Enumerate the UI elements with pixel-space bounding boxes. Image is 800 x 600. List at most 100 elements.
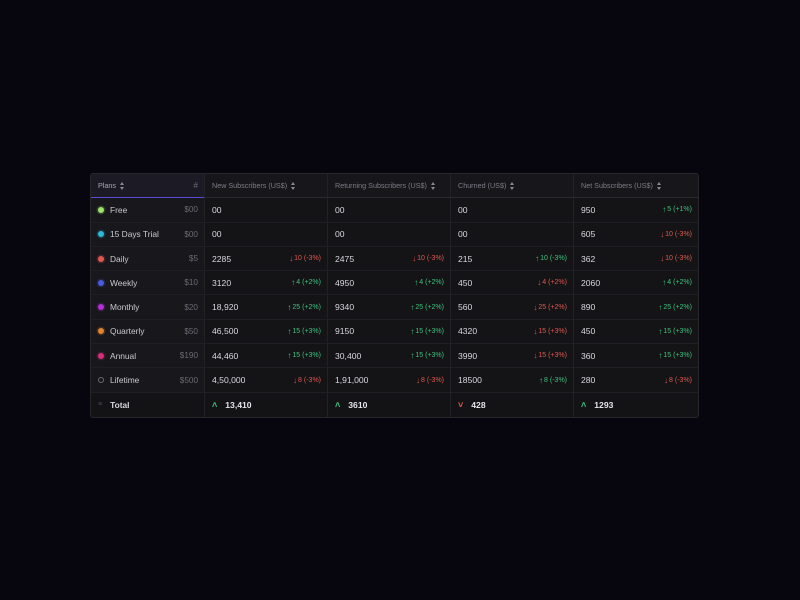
value-cell-churn: 18500 ↑ 8 (-3%) <box>451 368 574 393</box>
cell-value: 00 <box>458 204 468 215</box>
change-text: 15 (+3%) <box>663 352 692 360</box>
sort-icon[interactable] <box>291 181 296 190</box>
change-text: 10 (-3%) <box>540 255 567 263</box>
change-badge: ↑ 25 (+2%) <box>658 303 692 312</box>
plan-cell[interactable]: Quarterly $50 <box>91 319 205 345</box>
arrow-up-icon: ↑ <box>410 302 415 312</box>
change-text: 8 (-3%) <box>669 376 692 384</box>
change-text: 10 (-3%) <box>294 255 321 263</box>
plan-name: Annual <box>110 350 137 361</box>
change-text: 15 (+3%) <box>538 352 567 360</box>
column-header-returning-subscribers[interactable]: Returning Subscribers (US$) <box>328 174 451 199</box>
total-value-group: ˄ 13,410 <box>212 400 252 410</box>
plan-name: Lifetime <box>110 375 140 386</box>
plan-label-group: Daily <box>98 254 129 264</box>
value-cell-ret: 2475 ↓ 10 (-3%) <box>328 246 451 272</box>
value-cell-ret: 9340 ↑ 25 (+2%) <box>328 295 451 320</box>
cell-value: 9150 <box>335 326 355 337</box>
sort-icon[interactable] <box>430 181 436 190</box>
chevron-double-down-icon: ˅ <box>458 399 464 410</box>
cell-value: 3120 <box>212 277 232 288</box>
plan-price: $00 <box>184 205 198 215</box>
plan-cell[interactable]: Monthly $20 <box>91 295 205 320</box>
cell-value: 9340 <box>335 302 355 313</box>
cell-value: 00 <box>212 204 222 215</box>
total-cell-ret: ˄ 3610 <box>328 392 451 417</box>
plan-cell[interactable]: Free $00 <box>91 198 205 223</box>
cell-value: 4,50,000 <box>212 375 246 386</box>
column-header-plans[interactable]: Plans # <box>91 174 205 199</box>
change-text: 25 (+2%) <box>415 303 444 311</box>
plan-name: 15 Days Trial <box>110 229 159 240</box>
sort-icon[interactable] <box>656 181 662 190</box>
sort-icon[interactable] <box>119 181 125 190</box>
cell-value: 46,500 <box>212 326 239 337</box>
value-cell-new: 00 <box>205 198 328 223</box>
plan-cell[interactable]: Annual $190 <box>91 344 205 369</box>
plan-color-dot-icon <box>98 352 104 359</box>
plan-name: Weekly <box>110 277 138 288</box>
total-cell-new: ˄ 13,410 <box>205 392 328 417</box>
change-text: 4 (+2%) <box>419 279 444 287</box>
change-badge: ↑ 4 (+2%) <box>414 278 444 287</box>
arrow-down-icon: ↓ <box>289 254 294 264</box>
change-badge: ↑ 4 (+2%) <box>662 278 692 287</box>
change-text: 25 (+2%) <box>292 303 321 311</box>
column-header-churned[interactable]: Churned (US$) <box>451 174 574 199</box>
cell-value: 450 <box>581 326 596 337</box>
plan-label-group: Quarterly <box>98 326 144 336</box>
change-badge: ↓ 10 (-3%) <box>660 230 692 239</box>
column-header-new-subscribers[interactable]: New Subscribers (US$) <box>205 174 328 199</box>
arrow-up-icon: ↑ <box>291 278 296 288</box>
plan-color-dot-icon <box>98 279 104 286</box>
total-row-label-cell: ≡ Total <box>91 392 205 417</box>
total-icon: ≡ <box>98 401 103 409</box>
arrow-up-icon: ↑ <box>658 351 663 361</box>
total-label-group: ≡ Total <box>98 400 129 410</box>
change-badge: ↓ 10 (-3%) <box>412 254 444 263</box>
arrow-up-icon: ↑ <box>535 254 540 264</box>
value-cell-net: 890 ↑ 25 (+2%) <box>574 295 698 320</box>
total-value: 1293 <box>594 399 614 410</box>
value-cell-churn: 560 ↓ 25 (+2%) <box>451 295 574 320</box>
change-badge: ↓ 8 (-3%) <box>416 376 444 385</box>
total-cell-net: ˄ 1293 <box>574 392 698 417</box>
plan-cell[interactable]: Daily $5 <box>91 246 205 272</box>
change-text: 25 (+2%) <box>663 303 692 311</box>
value-cell-net: 362 ↓ 10 (-3%) <box>574 247 698 272</box>
column-header-churned-label: Churned (US$) <box>458 181 507 191</box>
arrow-up-icon: ↑ <box>410 326 415 336</box>
plan-price: $10 <box>184 278 198 288</box>
cell-value: 00 <box>458 229 468 240</box>
change-text: 5 (+1%) <box>667 206 692 214</box>
cell-value: 360 <box>581 350 596 361</box>
column-header-new-label: New Subscribers (US$) <box>212 181 288 191</box>
change-text: 15 (+3%) <box>663 327 692 335</box>
value-cell-ret: 00 <box>328 222 451 247</box>
value-cell-new: 18,920 ↑ 25 (+2%) <box>205 295 328 320</box>
arrow-down-icon: ↓ <box>537 278 542 288</box>
plan-label-group: Monthly <box>98 302 139 312</box>
plan-cell[interactable]: 15 Days Trial $00 <box>91 222 205 247</box>
change-text: 15 (+3%) <box>415 352 444 360</box>
change-text: 10 (-3%) <box>665 230 692 238</box>
plan-cell[interactable]: Weekly $10 <box>91 271 205 296</box>
column-header-net-subscribers[interactable]: Net Subscribers (US$) <box>574 174 698 199</box>
cell-value: 00 <box>335 229 345 240</box>
value-cell-net: 450 ↑ 15 (+3%) <box>574 320 698 345</box>
change-badge: ↑ 15 (+3%) <box>410 351 444 360</box>
value-cell-new: 46,500 ↑ 15 (+3%) <box>205 319 328 345</box>
cell-value: 4950 <box>335 277 355 288</box>
change-badge: ↑ 25 (+2%) <box>287 303 321 312</box>
cell-value: 00 <box>212 229 222 240</box>
sort-icon[interactable] <box>510 181 515 190</box>
cell-value: 560 <box>458 302 473 313</box>
arrow-up-icon: ↑ <box>658 302 663 312</box>
cell-value: 44,460 <box>212 350 239 361</box>
change-badge: ↓ 10 (-3%) <box>660 254 692 263</box>
plan-price: $50 <box>184 326 198 336</box>
price-column-hash: # <box>193 181 198 191</box>
plan-cell[interactable]: Lifetime $500 <box>91 368 205 393</box>
value-cell-new: 4,50,000 ↓ 8 (-3%) <box>205 368 328 393</box>
change-badge: ↓ 10 (-3%) <box>289 254 321 263</box>
